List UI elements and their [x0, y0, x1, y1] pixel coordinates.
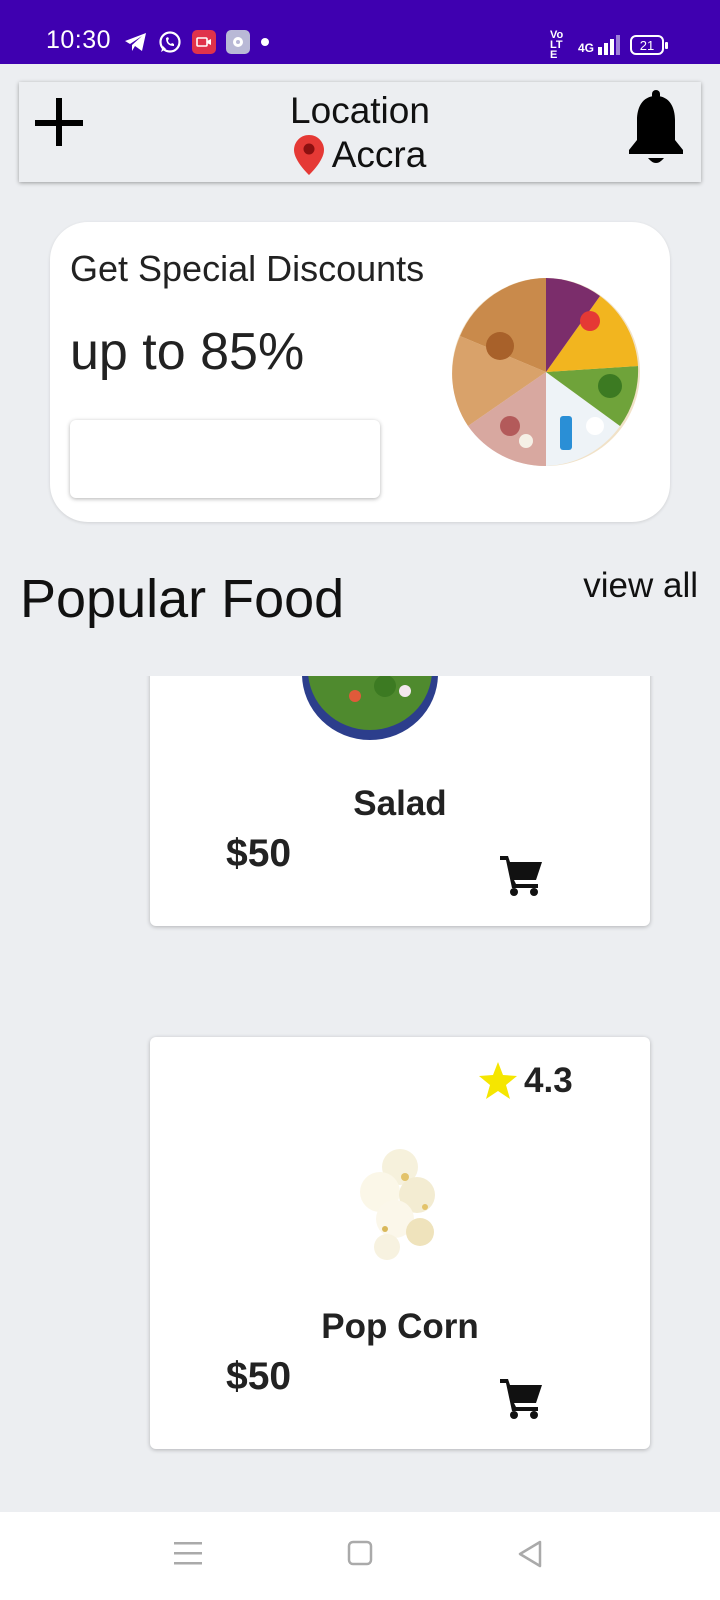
status-bar: 10:30 Vo LTE 4G 21 [0, 0, 720, 64]
back-triangle-icon[interactable] [516, 1540, 544, 1568]
bell-icon[interactable] [625, 90, 687, 166]
system-nav-bar [0, 1512, 720, 1600]
food-price: $50 [226, 832, 292, 875]
status-time: 10:30 [46, 26, 112, 54]
rating-value: 4.3 [524, 1061, 573, 1100]
star-icon [479, 1062, 517, 1099]
popcorn-image [360, 1149, 435, 1260]
section-title: Popular Food [20, 569, 345, 629]
volte-indicator: Vo LTE [549, 29, 564, 61]
location-pin-icon [293, 135, 324, 175]
signal-bar-icon [598, 47, 602, 55]
location-city: Accra [331, 134, 427, 175]
status-system-icons: Vo LTE 4G 21 [549, 29, 668, 61]
signal-bar-icon [610, 39, 614, 55]
screen-recorder-icon [192, 30, 216, 54]
food-card-popcorn[interactable]: 4.3 Pop Corn $50 [150, 1037, 650, 1449]
whatsapp-icon [159, 31, 181, 53]
menu-icon[interactable] [174, 1540, 202, 1566]
telegram-icon [125, 33, 146, 51]
settings-app-icon [226, 30, 250, 54]
promo-title: Get Special Discounts [70, 248, 425, 289]
signal-indicator: 4G [578, 35, 620, 55]
top-app-bar: Location Accra [19, 82, 701, 182]
food-card-salad[interactable]: Salad $50 [150, 676, 650, 926]
promo-card: Get Special Discounts up to 85% [50, 222, 670, 522]
battery-level: 21 [639, 37, 655, 53]
food-name: Pop Corn [321, 1307, 479, 1346]
location-selector[interactable]: Accra [19, 134, 701, 176]
food-list[interactable]: Salad $50 4.3 Pop Corn $50 [0, 676, 720, 1512]
location-title: Location [290, 90, 430, 131]
salad-bowl-image [302, 676, 438, 740]
view-all-link[interactable]: view all [583, 566, 698, 606]
status-notification-icons [124, 30, 270, 54]
cart-icon[interactable] [500, 854, 544, 896]
battery-icon: 21 [630, 35, 668, 55]
signal-bar-icon [616, 35, 620, 55]
food-wheel-image [452, 278, 640, 467]
promo-action-button[interactable] [70, 420, 380, 498]
promo-discount: up to 85% [70, 323, 305, 381]
food-price: $50 [226, 1355, 292, 1398]
network-gen-label: 4G [577, 41, 594, 55]
more-notifications-dot-icon [261, 38, 269, 46]
food-name: Salad [353, 784, 447, 823]
signal-bar-icon [604, 43, 608, 55]
cart-icon[interactable] [500, 1377, 544, 1419]
rating-badge: 4.3 [478, 1061, 573, 1101]
home-square-icon[interactable] [347, 1540, 373, 1566]
